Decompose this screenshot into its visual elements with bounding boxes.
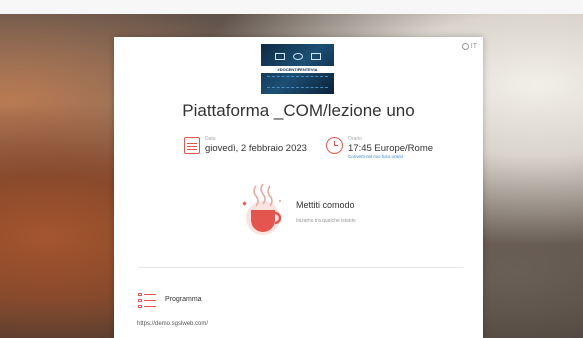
time-info: Orario 17:45 Europe/Rome Converti nel mi… — [326, 136, 433, 160]
language-label: IT — [470, 43, 477, 50]
time-label: Orario — [348, 136, 362, 142]
cover-banner-text: #DOCENTIFENTEVIA — [277, 67, 318, 72]
globe-icon — [461, 43, 469, 50]
program-url-link[interactable]: https://demo.sgslweb.com/ — [137, 321, 208, 327]
laptop-icon — [275, 53, 285, 60]
cover-banner: #DOCENTIFENTEVIA — [261, 66, 334, 73]
status-subtitle: Inizamo tra qualche istante — [296, 218, 356, 224]
calendar-icon — [184, 137, 200, 154]
event-card: IT #DOCENTIFENTEVIA Piattaforma _COM/lez… — [114, 37, 483, 338]
date-value: giovedì, 2 febbraio 2023 — [205, 143, 307, 154]
event-title: Piattaforma _COM/lezione uno — [182, 101, 415, 120]
clock-icon — [326, 137, 343, 154]
language-selector[interactable]: IT — [461, 43, 477, 50]
browser-top-strip — [0, 0, 583, 14]
date-label: Data — [205, 136, 216, 142]
convert-timezone-link[interactable]: Converti nel mio fuso orario — [348, 154, 433, 160]
status-title: Mettiti comodo — [296, 200, 355, 210]
cover-decoration — [267, 76, 328, 88]
wifi-icon — [293, 53, 303, 60]
list-icon — [138, 293, 156, 308]
program-heading: Programma — [165, 296, 202, 303]
event-cover-image: #DOCENTIFENTEVIA — [261, 44, 334, 94]
coffee-cup-icon — [242, 183, 282, 235]
date-info: Data giovedì, 2 febbraio 2023 — [184, 136, 307, 154]
time-value: 17:45 Europe/Rome — [348, 143, 434, 154]
section-divider — [138, 267, 463, 268]
device-icon — [311, 53, 321, 60]
